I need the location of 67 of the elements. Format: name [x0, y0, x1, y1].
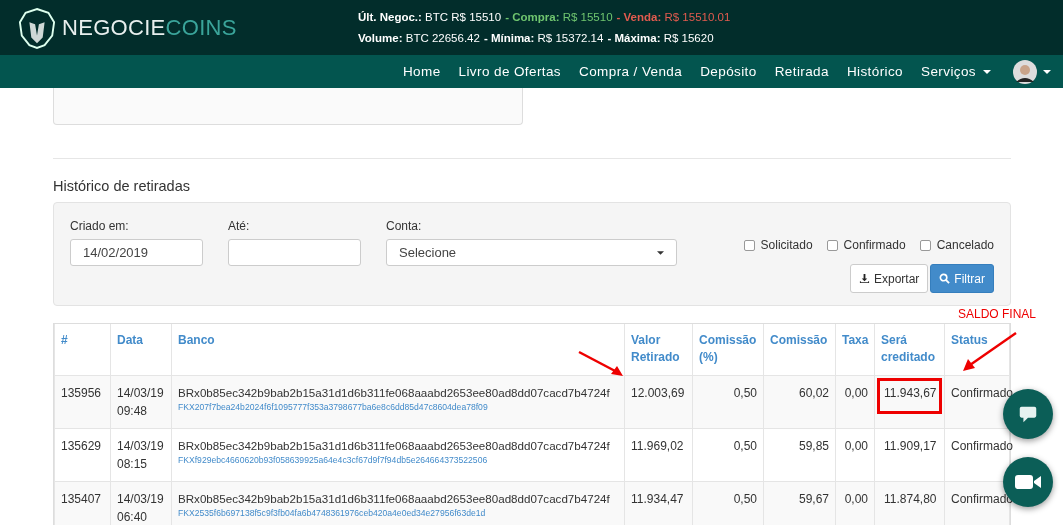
ticker-item: Últ. Negoc.: BTC R$ 15510	[358, 11, 502, 23]
video-camera-icon	[1014, 472, 1042, 492]
field-label: Criado em:	[70, 219, 130, 233]
highlighted-cell: 11.943,67	[877, 377, 942, 414]
table-cell: Confirmado	[951, 438, 1014, 453]
ticker-item: - Venda: R$ 15510.01	[616, 11, 731, 23]
table-cell: 0,00	[844, 385, 868, 400]
download-icon	[858, 273, 870, 284]
table-cell-text: BRx0b85ec342b9bab2b15a31d1d6b311fe068aaabd2653ee80ad8dd07cacd7b4724f	[178, 437, 611, 454]
table-cell: 14/03/19 08:15	[117, 438, 164, 471]
table-cell: Confirmado	[951, 385, 1014, 400]
reference-link[interactable]: FKX2535f6b697138f5c9f3fb04fa6b4748361976ceb420a4e0ed34e27956f63de1d	[178, 507, 618, 521]
table-cell: 135407	[61, 491, 102, 506]
annotation-text: SALDO FINAL	[958, 307, 1037, 321]
table-cell: 0,50	[733, 491, 757, 506]
nav-link[interactable]: Compra / Venda	[579, 64, 683, 79]
table-cell: 12.003,69	[631, 385, 685, 400]
table-cell: 14/03/19 09:48	[117, 385, 164, 418]
checkbox-label: Cancelado	[936, 238, 994, 252]
checkbox-label: Solicitado	[760, 238, 813, 252]
table-cell: 14/03/19 06:40	[117, 491, 164, 524]
nav-link[interactable]: Livro de Ofertas	[458, 64, 561, 79]
table-cell: 59,67	[798, 491, 829, 506]
ticker-item: - Mínima: R$ 15372.14	[483, 32, 604, 44]
table-cell-text: BRx0b85ec342b9bab2b15a31d1d6b311fe068aaabd2653ee80ad8dd07cacd7b4724f	[178, 490, 611, 507]
table-cell: 0,50	[733, 438, 757, 453]
ticker-item: - Compra: R$ 15510	[505, 11, 613, 23]
checkbox[interactable]	[919, 239, 931, 251]
checkbox-label: Confirmado	[843, 238, 906, 252]
export-button[interactable]: Exportar	[849, 264, 929, 293]
nav-link[interactable]: Retirada	[774, 64, 829, 79]
reference-link[interactable]: FKX207f7bea24b2024f6f1095777f353a3798677ba6e8c6dd85d47c8604dea78f09	[178, 401, 618, 415]
date-field[interactable]	[228, 239, 361, 266]
table-cell: 0,00	[844, 491, 868, 506]
table-cell: 135629	[61, 438, 102, 453]
table-cell: 0,00	[844, 438, 868, 453]
table-cell: 60,02	[798, 385, 829, 400]
annotation-arrow	[577, 350, 625, 378]
table-cell: 11.934,47	[631, 491, 684, 506]
table-cell-text: BRx0b85ec342b9bab2b15a31d1d6b311fe068aaabd2653ee80ad8dd07cacd7b4724f	[178, 384, 611, 401]
avatar-icon[interactable]	[1013, 59, 1037, 84]
date-field[interactable]: 14/02/2019	[70, 239, 203, 266]
field-label: Conta:	[386, 219, 423, 233]
caret-icon[interactable]	[1043, 69, 1051, 74]
nav-link[interactable]: Serviços	[921, 64, 991, 79]
ticker-item: - Máxima: R$ 15620	[607, 32, 714, 44]
table-cell: 11.969,02	[631, 438, 684, 453]
table-cell: 0,50	[733, 385, 757, 400]
nav-link[interactable]: Depósito	[700, 64, 757, 79]
table-cell: Confirmado	[951, 491, 1014, 506]
caret-icon	[657, 250, 664, 255]
table-cell: 59,85	[798, 438, 829, 453]
ticker-item: Volume: BTC 22656.42	[358, 32, 480, 44]
table-cell-text: 11.874,80	[883, 490, 938, 508]
reference-link[interactable]: FKXf929ebc4660620b93f058639925a64e4c3cf67d9f7f94db5e264664373522506	[178, 454, 618, 468]
filter-button[interactable]: Filtrar	[930, 264, 994, 293]
table-cell: 135956	[61, 385, 102, 400]
table-cell-text: 11.909,17	[883, 437, 938, 455]
search-icon	[939, 273, 951, 284]
nav-link[interactable]: Histórico	[846, 64, 904, 79]
section-title: Histórico de retiradas	[53, 178, 191, 194]
nav-link[interactable]: Home	[402, 64, 441, 79]
checkbox[interactable]	[826, 239, 838, 251]
checkbox[interactable]	[743, 239, 755, 251]
brand-logo: NEGOCIECOINS	[62, 14, 237, 41]
field-label: Até:	[228, 219, 251, 233]
account-select[interactable]: Selecione	[386, 239, 677, 266]
